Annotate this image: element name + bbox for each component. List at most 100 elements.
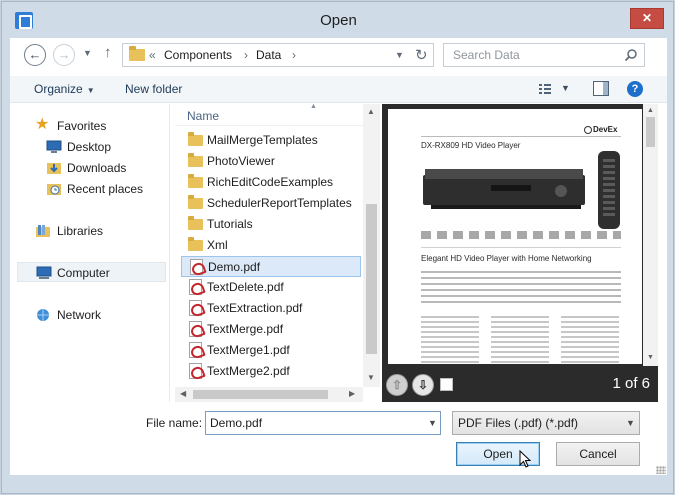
open-file-dialog: Open ✕ ← → ▼ ↑ « Components › Data › ▼ ↻ bbox=[0, 0, 675, 495]
folder-icon bbox=[188, 174, 203, 188]
search-icon[interactable] bbox=[624, 48, 638, 62]
file-name: RichEditCodeExamples bbox=[207, 175, 334, 189]
nav-label: Libraries bbox=[57, 224, 104, 238]
organize-menu[interactable]: Organize ▼ bbox=[34, 82, 95, 96]
resize-grip[interactable] bbox=[656, 466, 666, 474]
organize-label: Organize bbox=[34, 82, 83, 96]
feature-logos bbox=[421, 231, 621, 239]
file-list: Name ▲ MailMergeTemplates PhotoViewer Rich… bbox=[175, 103, 382, 402]
breadcrumb-separator[interactable]: › bbox=[244, 48, 248, 62]
title-bar[interactable]: Open ✕ bbox=[2, 2, 675, 38]
scroll-up-icon[interactable]: ▲ bbox=[367, 107, 375, 116]
pdf-file-icon bbox=[190, 259, 203, 275]
document-column bbox=[421, 316, 479, 364]
file-name: TextMerge2.pdf bbox=[207, 364, 290, 378]
file-row[interactable]: RichEditCodeExamples bbox=[181, 172, 361, 193]
breadcrumb-components[interactable]: Components bbox=[164, 48, 232, 62]
nav-item-downloads[interactable]: Downloads bbox=[10, 158, 168, 178]
file-row[interactable]: Xml bbox=[181, 235, 361, 256]
file-name-value[interactable]: Demo.pdf bbox=[210, 416, 262, 430]
sort-ascending-icon: ▲ bbox=[310, 103, 317, 110]
scroll-right-icon[interactable]: ▶ bbox=[349, 389, 355, 398]
nav-item-favorites[interactable]: ★ Favorites bbox=[10, 116, 168, 136]
scroll-left-icon[interactable]: ◀ bbox=[180, 389, 186, 398]
window-title: Open bbox=[320, 12, 357, 29]
nav-label: Desktop bbox=[67, 140, 112, 154]
scroll-down-icon[interactable]: ▼ bbox=[367, 373, 375, 382]
search-input[interactable]: Search Data bbox=[443, 43, 645, 67]
folder-icon bbox=[188, 153, 203, 167]
column-header-name[interactable]: Name ▲ bbox=[175, 103, 363, 126]
file-row[interactable]: TextExtraction.pdf bbox=[181, 298, 361, 319]
navigation-pane: ★ Favorites Desktop Downloads Recent pla… bbox=[10, 104, 170, 402]
file-row[interactable]: TextDelete.pdf bbox=[181, 277, 361, 298]
recent-locations-dropdown[interactable]: ▼ bbox=[83, 48, 92, 58]
star-icon: ★ bbox=[35, 116, 50, 133]
file-name: TextDelete.pdf bbox=[207, 280, 284, 294]
cancel-button[interactable]: Cancel bbox=[556, 442, 640, 466]
file-list-vertical-scrollbar[interactable]: ▲ ▼ bbox=[363, 104, 380, 387]
column-header-label: Name bbox=[187, 109, 220, 123]
document-rule bbox=[421, 247, 621, 248]
breadcrumb-separator[interactable]: › bbox=[292, 48, 296, 62]
address-dropdown-icon[interactable]: ▼ bbox=[395, 50, 404, 60]
help-icon[interactable]: ? bbox=[627, 81, 643, 97]
file-row[interactable]: TextMerge2.pdf bbox=[181, 361, 361, 382]
file-row[interactable]: TextMerge1.pdf bbox=[181, 340, 361, 361]
file-name: Tutorials bbox=[207, 217, 253, 231]
downloads-icon bbox=[47, 163, 61, 174]
document-paragraph bbox=[421, 271, 621, 307]
scroll-thumb[interactable] bbox=[646, 117, 655, 147]
scroll-thumb[interactable] bbox=[193, 390, 328, 399]
breadcrumb-data[interactable]: Data bbox=[256, 48, 281, 62]
forward-button[interactable]: → bbox=[53, 44, 75, 66]
file-name-field[interactable]: Demo.pdf ▼ bbox=[205, 411, 441, 435]
search-placeholder: Search Data bbox=[453, 48, 520, 62]
command-bar: Organize ▼ New folder ▼ ? bbox=[10, 76, 667, 103]
file-row[interactable]: SchedulerReportTemplates bbox=[181, 193, 361, 214]
chevron-down-icon[interactable]: ▼ bbox=[428, 418, 437, 428]
file-row[interactable]: TextMerge.pdf bbox=[181, 319, 361, 340]
nav-item-computer[interactable]: Computer bbox=[17, 262, 166, 282]
dialog-body: ← → ▼ ↑ « Components › Data › ▼ ↻ Search… bbox=[10, 38, 667, 475]
view-options-dropdown[interactable]: ▼ bbox=[561, 83, 570, 93]
new-folder-button[interactable]: New folder bbox=[125, 82, 182, 96]
chevron-down-icon: ▼ bbox=[86, 86, 95, 95]
scroll-down-icon[interactable]: ▼ bbox=[647, 354, 654, 361]
scroll-thumb[interactable] bbox=[366, 204, 377, 354]
document-column bbox=[491, 316, 549, 364]
page-indicator: 1 of 6 bbox=[612, 375, 650, 392]
fit-page-icon[interactable] bbox=[440, 378, 453, 391]
next-page-button[interactable]: ⇩ bbox=[412, 374, 434, 396]
nav-item-libraries[interactable]: Libraries bbox=[10, 221, 168, 241]
scroll-up-icon[interactable]: ▲ bbox=[647, 107, 654, 114]
preview-pane-icon[interactable] bbox=[593, 81, 609, 96]
file-row[interactable]: Demo.pdf bbox=[181, 256, 361, 277]
up-button[interactable]: ↑ bbox=[104, 44, 112, 61]
chevron-down-icon[interactable]: ▼ bbox=[626, 418, 635, 428]
address-overflow-chevrons[interactable]: « bbox=[149, 48, 156, 62]
nav-item-desktop[interactable]: Desktop bbox=[10, 137, 168, 157]
file-type-select[interactable]: PDF Files (.pdf) (*.pdf) ▼ bbox=[452, 411, 640, 435]
folder-icon bbox=[188, 216, 203, 230]
address-bar[interactable]: « Components › Data › ▼ ↻ bbox=[122, 43, 434, 67]
file-row[interactable]: Tutorials bbox=[181, 214, 361, 235]
back-button[interactable]: ← bbox=[24, 44, 46, 66]
nav-item-recent-places[interactable]: Recent places bbox=[10, 179, 168, 199]
pdf-file-icon bbox=[189, 342, 202, 358]
nav-label: Favorites bbox=[57, 119, 107, 133]
computer-icon bbox=[36, 266, 52, 279]
previous-page-button[interactable]: ⇧ bbox=[386, 374, 408, 396]
file-row[interactable]: MailMergeTemplates bbox=[181, 130, 361, 151]
pdf-page-preview: DevEx DX-RX809 HD Video Player Elegant H… bbox=[388, 109, 642, 364]
nav-item-network[interactable]: Network bbox=[10, 305, 168, 325]
file-row[interactable]: PhotoViewer bbox=[181, 151, 361, 172]
libraries-icon bbox=[36, 225, 50, 237]
file-name-label: File name: bbox=[146, 416, 203, 430]
folder-icon bbox=[188, 237, 203, 251]
preview-vertical-scrollbar[interactable]: ▲ ▼ bbox=[643, 104, 658, 366]
close-button[interactable]: ✕ bbox=[630, 8, 664, 29]
file-list-horizontal-scrollbar[interactable]: ◀ ▶ bbox=[175, 387, 363, 402]
refresh-icon[interactable]: ↻ bbox=[415, 46, 428, 64]
view-options-icon[interactable] bbox=[538, 82, 552, 96]
